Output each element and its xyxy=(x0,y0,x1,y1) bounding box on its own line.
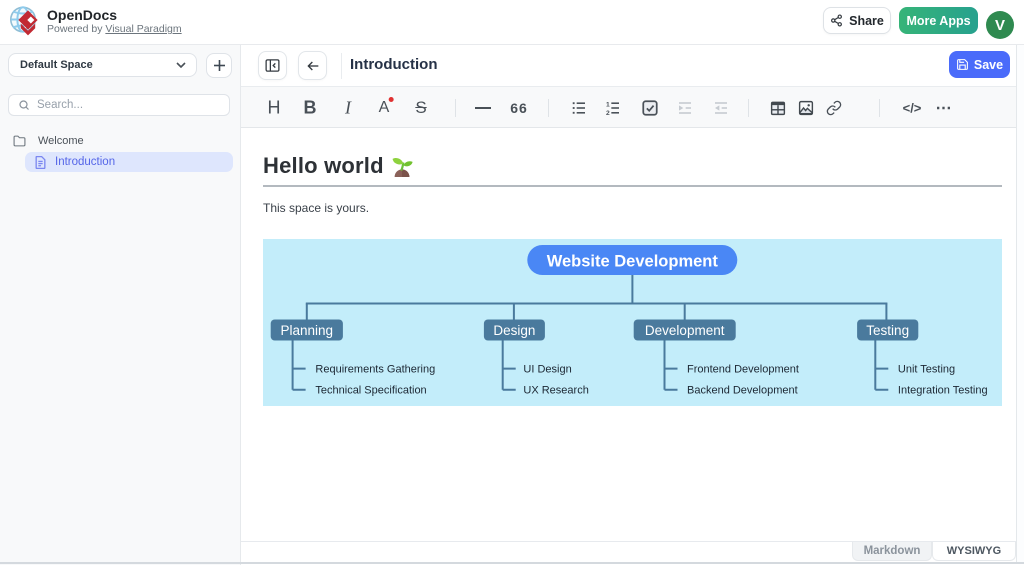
svg-text:Website Development: Website Development xyxy=(547,253,719,271)
svg-text:Requirements Gathering: Requirements Gathering xyxy=(315,364,435,376)
svg-text:Testing: Testing xyxy=(866,323,909,338)
svg-text:Frontend Development: Frontend Development xyxy=(687,364,799,376)
svg-text:UI Design: UI Design xyxy=(523,364,571,376)
svg-text:Planning: Planning xyxy=(281,323,334,338)
svg-text:Integration Testing: Integration Testing xyxy=(898,385,988,397)
svg-text:2: 2 xyxy=(606,110,610,116)
svg-text:Technical Specification: Technical Specification xyxy=(315,385,426,397)
svg-text:Backend Development: Backend Development xyxy=(687,385,798,397)
svg-text:UX Research: UX Research xyxy=(523,385,588,397)
svg-text:1: 1 xyxy=(606,101,610,108)
svg-text:Development: Development xyxy=(645,323,725,338)
svg-text:Design: Design xyxy=(493,323,535,338)
svg-text:Unit Testing: Unit Testing xyxy=(898,364,955,376)
